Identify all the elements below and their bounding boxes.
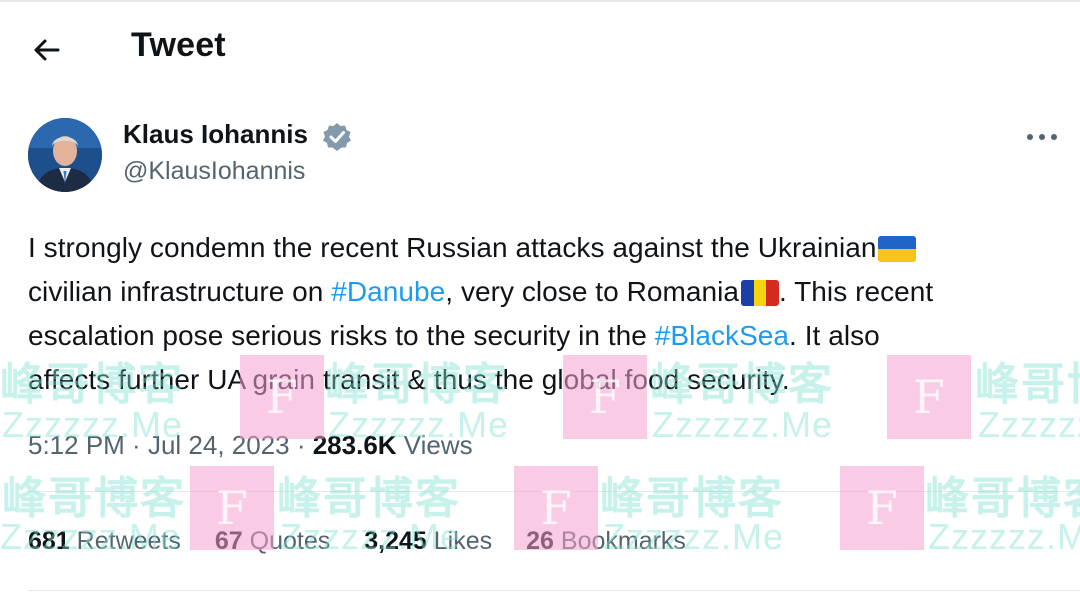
likes-label: Likes [426,527,493,555]
retweets-count: 681 [28,527,70,555]
quotes-count: 67 [214,527,243,555]
watermark-text: Zzzzzz.Me [928,516,1080,557]
tweet-text-segment: civilian infrastructure on [28,276,332,307]
author-name[interactable]: Klaus Iohannis [123,119,308,150]
tweet-line: affects further UA grain transit & thus … [28,358,1068,402]
verified-badge-icon [321,121,353,153]
watermark-text: 峰哥博客 [925,474,1080,523]
quotes-label: Quotes [242,527,331,555]
tweet-text-segment: . This recent [779,276,934,307]
watermark-text: 峰哥博客 [2,474,186,523]
meta-separator: · [289,430,313,460]
tweet-line: escalation pose serious risks to the sec… [28,314,1068,358]
retweets-label: Retweets [69,527,181,555]
author-handle[interactable]: @KlausIohannis [123,157,305,186]
tweet-text-segment: I strongly condemn the recent Russian at… [28,232,877,263]
ukraine-flag-icon [878,236,917,262]
meta-separator: · [124,430,148,460]
arrow-left-icon [34,39,60,61]
tweet-time[interactable]: 5:12 PM [28,430,125,460]
bookmarks-stat[interactable]: 26 Bookmarks [526,527,686,556]
ellipsis-icon [1027,134,1057,140]
tweet-text-segment: , very close to Romania [445,276,739,307]
watermark-text: 峰哥博客 [277,474,461,523]
watermark-text: Zzzzzz.Me [978,404,1080,445]
quotes-stat[interactable]: 67 Quotes [215,527,330,556]
likes-stat[interactable]: 3,245 Likes [364,527,492,556]
header: Tweet [0,0,1080,100]
tweet-meta: 5:12 PM · Jul 24, 2023 · 283.6K Views [28,430,473,461]
avatar[interactable] [28,118,102,192]
retweets-stat[interactable]: 681 Retweets [28,527,181,556]
views-count[interactable]: 283.6K [313,430,397,460]
tweet-text-segment: affects further UA grain transit & thus … [28,364,790,395]
bookmarks-label: Bookmarks [553,527,686,555]
hashtag-blacksea-link[interactable]: #BlackSea [655,320,789,351]
tweet-text-segment: . It also [789,320,880,351]
tweet-text-segment: escalation pose serious risks to the sec… [28,320,655,351]
watermark-text: Zzzzzz.Me [652,404,834,445]
more-options-button[interactable] [1022,124,1062,150]
page-title: Tweet [131,26,226,64]
back-button[interactable] [26,30,66,70]
tweet-line: I strongly condemn the recent Russian at… [28,226,1068,270]
engagement-stats: 681 Retweets 67 Quotes 3,245 Likes 26 Bookm… [28,527,720,556]
divider [28,491,1080,492]
divider [28,590,1080,591]
avatar-image [28,118,102,192]
watermark-logo: F [840,466,924,550]
bookmarks-count: 26 [526,527,554,555]
tweet-text: I strongly condemn the recent Russian at… [28,226,1068,402]
romania-flag-icon [741,280,779,306]
hashtag-danube-link[interactable]: #Danube [331,276,445,307]
likes-count: 3,245 [364,527,427,555]
views-label: Views [396,430,473,460]
watermark-text: 峰哥博客 [600,474,784,523]
tweet-line: civilian infrastructure on #Danube, very… [28,270,1068,314]
tweet-date[interactable]: Jul 24, 2023 [148,430,290,460]
